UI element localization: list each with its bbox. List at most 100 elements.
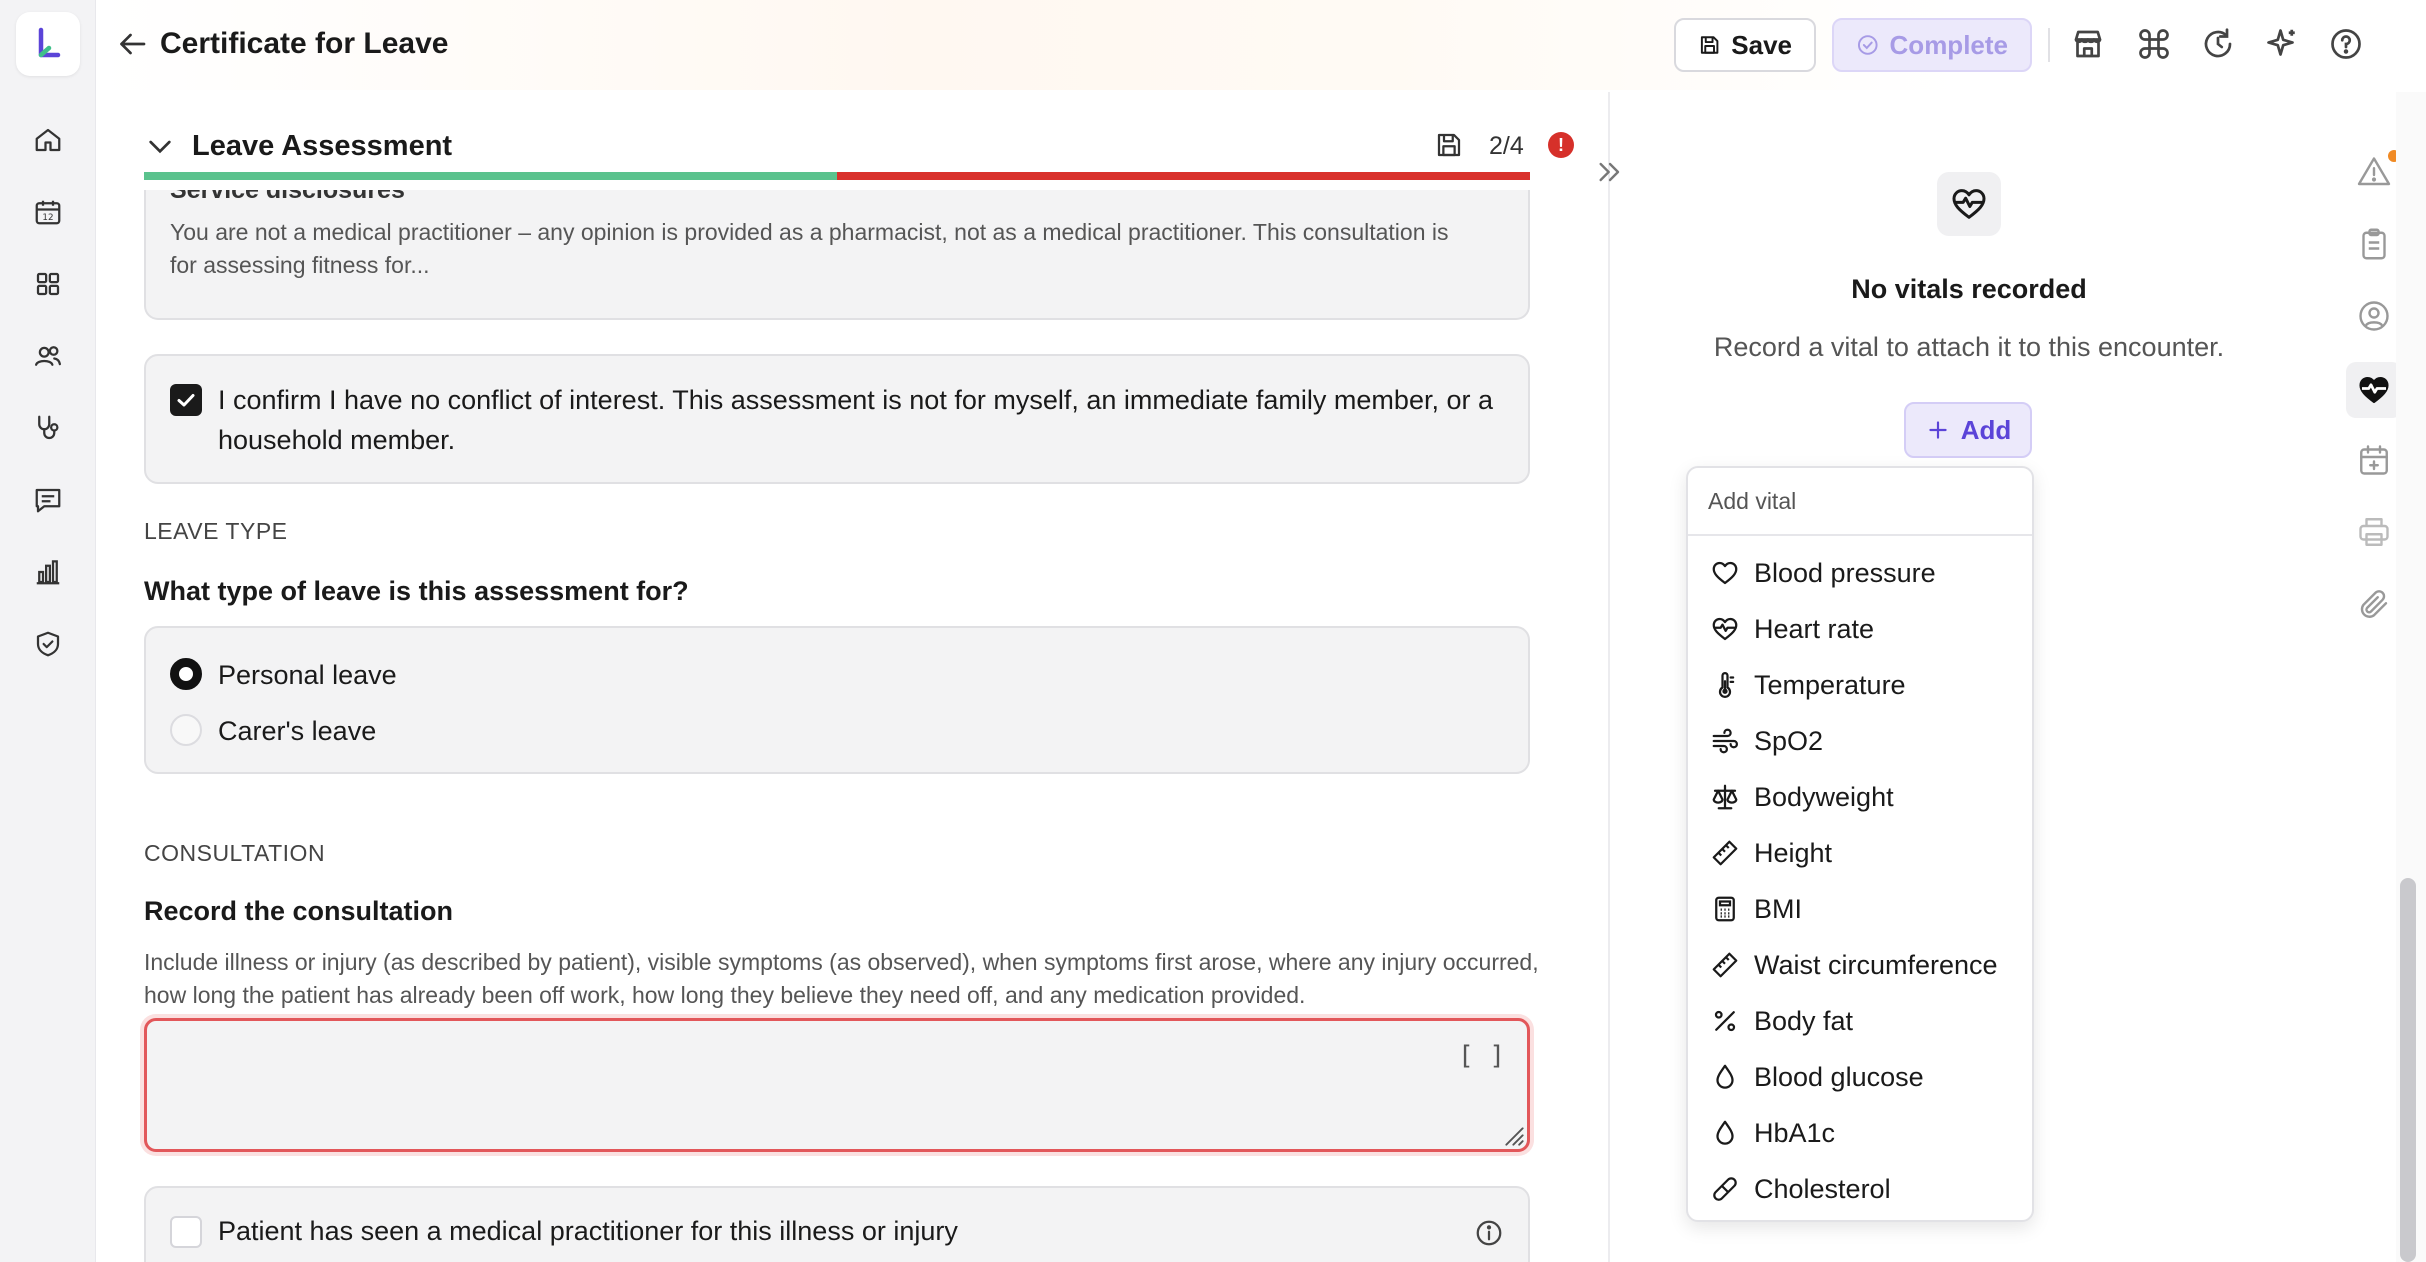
shield-check-icon xyxy=(36,631,60,657)
chevrons-right-icon[interactable] xyxy=(1594,156,1626,188)
nav-apps[interactable] xyxy=(24,260,72,308)
heart-pulse-icon xyxy=(1712,617,1738,641)
add-vital-button[interactable]: Add xyxy=(1904,402,2032,458)
droplet-icon xyxy=(1716,1064,1734,1089)
info-icon[interactable] xyxy=(1474,1218,1504,1248)
menu-item-label: Body fat xyxy=(1754,1005,1854,1036)
scrollbar-thumb[interactable] xyxy=(2400,878,2416,1262)
section-progress-bar xyxy=(144,172,1530,180)
menu-item-label: BMI xyxy=(1754,893,1803,924)
menu-item-label: Cholesterol xyxy=(1754,1173,1891,1204)
menu-item-label: Height xyxy=(1754,837,1833,868)
menu-divider xyxy=(1688,534,2032,536)
menu-item-blood-glucose[interactable]: Blood glucose xyxy=(1696,1052,2026,1102)
leave-type-question: What type of leave is this assessment fo… xyxy=(144,576,689,606)
consultation-overline: CONSULTATION xyxy=(144,840,326,866)
no-vitals-subtitle: Record a vital to attach it to this enco… xyxy=(1713,332,2225,362)
menu-item-bodyweight[interactable]: Bodyweight xyxy=(1696,772,2026,822)
nav-calendar[interactable]: 12 xyxy=(24,188,72,236)
radio-label-carers-leave[interactable]: Carer's leave xyxy=(218,716,376,747)
calendar-icon: 12 xyxy=(35,200,61,225)
menu-item-label: HbA1c xyxy=(1754,1117,1836,1148)
expand-icon[interactable]: [ ] xyxy=(1458,1041,1505,1071)
disclosure-text: You are not a medical practitioner – any… xyxy=(170,219,1449,278)
menu-item-bmi[interactable]: BMI xyxy=(1696,884,2026,934)
consultation-help-text: Include illness or injury (as described … xyxy=(144,949,1539,1008)
alert-triangle-icon[interactable] xyxy=(2356,154,2392,190)
thermometer-icon xyxy=(1718,672,1735,698)
radio-personal-leave[interactable] xyxy=(170,658,202,690)
add-vital-menu: Add vital Blood pressure Heart rate Temp… xyxy=(1686,466,2034,1222)
conflict-confirmation-card[interactable]: I confirm I have no conflict of interest… xyxy=(144,354,1530,484)
printer-icon[interactable] xyxy=(2356,514,2392,550)
radio-label-personal-leave[interactable]: Personal leave xyxy=(218,660,397,691)
menu-item-label: Bodyweight xyxy=(1754,781,1894,812)
section-header[interactable]: Leave Assessment 2/4 ! xyxy=(144,118,1574,174)
conflict-checkbox[interactable] xyxy=(170,384,202,416)
menu-item-waist-circumference[interactable]: Waist circumference xyxy=(1696,940,2026,990)
panel-divider xyxy=(1608,92,1610,1262)
page-title: Certificate for Leave xyxy=(160,27,449,60)
menu-item-heart-rate[interactable]: Heart rate xyxy=(1696,604,2026,654)
nav-messages[interactable] xyxy=(24,476,72,524)
complete-button-label: Complete xyxy=(1889,29,2008,60)
nav-clinical[interactable] xyxy=(24,404,72,452)
grid-icon xyxy=(36,272,60,296)
error-badge: ! xyxy=(1548,132,1574,158)
menu-item-spo2[interactable]: SpO2 xyxy=(1696,716,2026,766)
calendar-plus-icon[interactable] xyxy=(2356,442,2392,478)
home-icon xyxy=(35,128,61,152)
leave-type-overline: LEAVE TYPE xyxy=(144,518,288,544)
chevron-down-icon[interactable] xyxy=(144,130,176,162)
users-icon xyxy=(35,346,61,366)
step-counter: 2/4 xyxy=(1489,132,1524,160)
vitals-empty-icon-tile xyxy=(1937,172,2001,236)
menu-item-temperature[interactable]: Temperature xyxy=(1696,660,2026,710)
menu-item-blood-pressure[interactable]: Blood pressure xyxy=(1696,548,2026,598)
refresh-icon[interactable] xyxy=(2200,26,2236,62)
heart-icon xyxy=(1712,561,1738,585)
seen-practitioner-label: Patient has seen a medical practitioner … xyxy=(218,1216,958,1246)
logo-icon xyxy=(38,27,61,58)
nav-patients[interactable] xyxy=(24,332,72,380)
nav-reports[interactable] xyxy=(24,548,72,596)
disclosure-heading: Service disclosures xyxy=(170,176,405,204)
back-arrow-icon[interactable] xyxy=(114,26,150,62)
stethoscope-icon xyxy=(38,415,59,440)
radio-carers-leave[interactable] xyxy=(170,714,202,746)
menu-item-hba1c[interactable]: HbA1c xyxy=(1696,1108,2026,1158)
disclosure-card: Service disclosures You are not a medica… xyxy=(144,190,1530,320)
floppy-disk-icon[interactable] xyxy=(1434,130,1464,160)
menu-item-label: Blood glucose xyxy=(1754,1061,1924,1092)
app-logo[interactable] xyxy=(16,12,80,76)
sparkle-icon[interactable] xyxy=(2264,26,2300,62)
wind-icon xyxy=(1712,728,1738,754)
nav-home[interactable] xyxy=(24,116,72,164)
menu-item-label: Blood pressure xyxy=(1754,557,1936,588)
menu-item-height[interactable]: Height xyxy=(1696,828,2026,878)
complete-button[interactable]: Complete xyxy=(1832,18,2032,72)
resize-handle-icon[interactable] xyxy=(1497,1119,1525,1147)
svg-text:12: 12 xyxy=(42,213,53,223)
menu-item-body-fat[interactable]: Body fat xyxy=(1696,996,2026,1046)
seen-practitioner-card[interactable]: Patient has seen a medical practitioner … xyxy=(144,1186,1530,1262)
command-icon[interactable] xyxy=(2136,26,2172,62)
save-button-label: Save xyxy=(1731,29,1792,60)
clipboard-icon[interactable] xyxy=(2356,226,2392,262)
menu-item-label: Temperature xyxy=(1754,669,1906,700)
help-icon[interactable] xyxy=(2328,26,2364,62)
heart-pulse-icon[interactable] xyxy=(2356,372,2392,408)
menu-item-label: Heart rate xyxy=(1754,613,1875,644)
nav-compliance[interactable] xyxy=(24,620,72,668)
user-circle-icon[interactable] xyxy=(2356,298,2392,334)
save-button[interactable]: Save xyxy=(1674,18,1816,72)
section-title: Leave Assessment xyxy=(192,130,453,162)
seen-practitioner-checkbox[interactable] xyxy=(170,1216,202,1248)
store-icon[interactable] xyxy=(2070,26,2106,62)
message-icon xyxy=(35,488,61,513)
paperclip-icon[interactable] xyxy=(2356,586,2392,622)
menu-item-label: Waist circumference xyxy=(1754,949,1998,980)
menu-item-cholesterol[interactable]: Cholesterol xyxy=(1696,1164,2026,1214)
consultation-textarea[interactable]: [ ] xyxy=(144,1018,1530,1152)
menu-item-label: SpO2 xyxy=(1754,725,1824,756)
